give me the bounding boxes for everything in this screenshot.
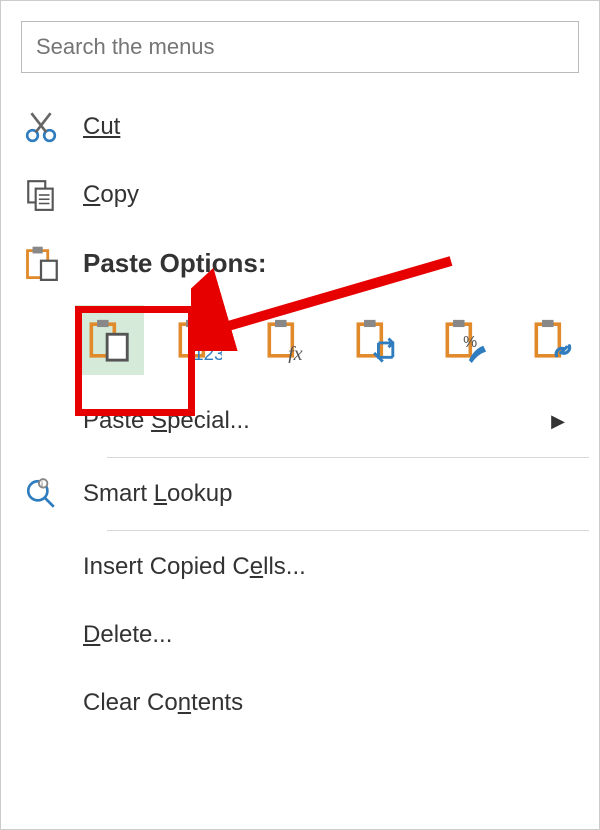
svg-text:%: % [463, 334, 477, 351]
menu-label: Smart Lookup [83, 480, 232, 508]
svg-text:i: i [41, 480, 43, 489]
smart-lookup-icon: i [21, 474, 61, 514]
menu-label: Copy [83, 181, 139, 209]
scissors-icon [21, 107, 61, 147]
menu-item-cut[interactable]: Cut [11, 93, 589, 161]
divider [107, 530, 589, 531]
paste-link-button[interactable] [520, 305, 589, 375]
clipboard-icon [21, 243, 61, 283]
menu-item-paste-special[interactable]: Paste Special... ▶ [11, 387, 589, 455]
submenu-arrow-icon: ▶ [551, 411, 565, 432]
context-menu: Cut Copy Paste Options: [1, 1, 599, 749]
divider [107, 457, 589, 458]
menu-item-clear-contents[interactable]: Clear Contents [11, 669, 589, 737]
menu-label: Delete... [83, 621, 172, 649]
menu-item-smart-lookup[interactable]: i Smart Lookup [11, 460, 589, 528]
copy-icon [21, 175, 61, 215]
blank-icon [21, 401, 61, 441]
menu-item-insert-copied-cells[interactable]: Insert Copied Cells... [11, 533, 589, 601]
paste-default-button[interactable] [75, 305, 144, 375]
paste-formulas-button[interactable]: fx [253, 305, 322, 375]
menu-search-input[interactable] [21, 21, 579, 73]
blank-icon [21, 683, 61, 723]
menu-label: Insert Copied Cells... [83, 553, 306, 581]
paste-transpose-button[interactable] [342, 305, 411, 375]
menu-label: Clear Contents [83, 689, 243, 717]
menu-label: Paste Special... [83, 407, 250, 435]
blank-icon [21, 615, 61, 655]
svg-text:123: 123 [193, 343, 222, 363]
svg-text:fx: fx [288, 343, 303, 363]
blank-icon [21, 547, 61, 587]
menu-item-delete[interactable]: Delete... [11, 601, 589, 669]
menu-item-copy[interactable]: Copy [11, 161, 589, 229]
paste-options-row: 123 fx % [11, 297, 589, 387]
menu-label: Paste Options: [83, 248, 266, 279]
menu-item-paste-options: Paste Options: [11, 229, 589, 297]
paste-formatting-button[interactable]: % [431, 305, 500, 375]
menu-label: Cut [83, 113, 120, 141]
paste-values-button[interactable]: 123 [164, 305, 233, 375]
